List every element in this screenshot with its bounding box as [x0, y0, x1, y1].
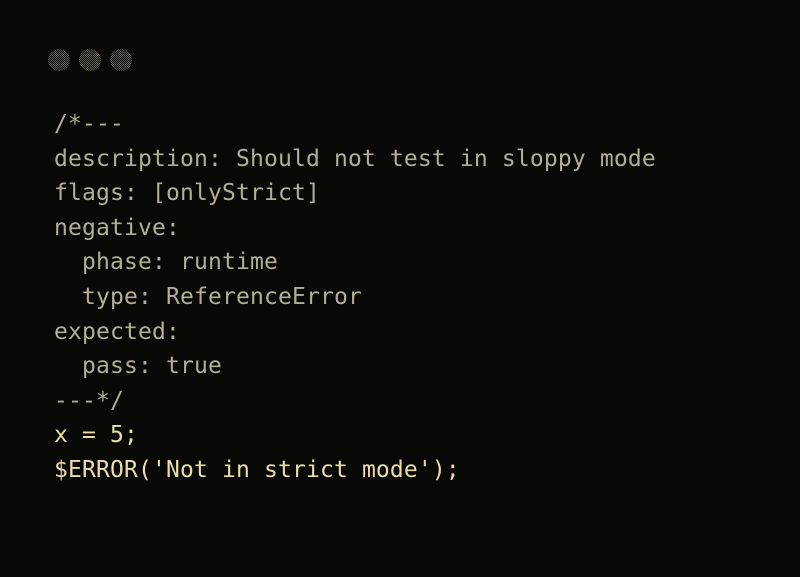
code-line: phase: runtime	[54, 249, 278, 276]
code-line: flags: [onlyStrict]	[54, 180, 320, 207]
code-screenshot: /*--- description: Should not test in slo…	[0, 0, 800, 577]
code-line: ---*/	[54, 387, 124, 414]
window-dot-close[interactable]	[48, 49, 70, 71]
code-line: pass: true	[54, 353, 222, 380]
code-line: expected:	[54, 318, 180, 345]
code-line: $ERROR('Not in strict mode');	[54, 456, 460, 483]
code-line: /*---	[54, 111, 124, 137]
code-line: negative:	[54, 214, 180, 241]
code-block[interactable]: /*--- description: Should not test in slo…	[54, 107, 784, 488]
window-dot-minimize[interactable]	[79, 49, 101, 71]
window-dot-maximize[interactable]	[110, 49, 132, 71]
window-controls	[48, 49, 132, 71]
code-line: x = 5;	[54, 422, 138, 449]
code-line: type: ReferenceError	[54, 283, 362, 310]
code-line: description: Should not test in sloppy m…	[54, 145, 656, 172]
